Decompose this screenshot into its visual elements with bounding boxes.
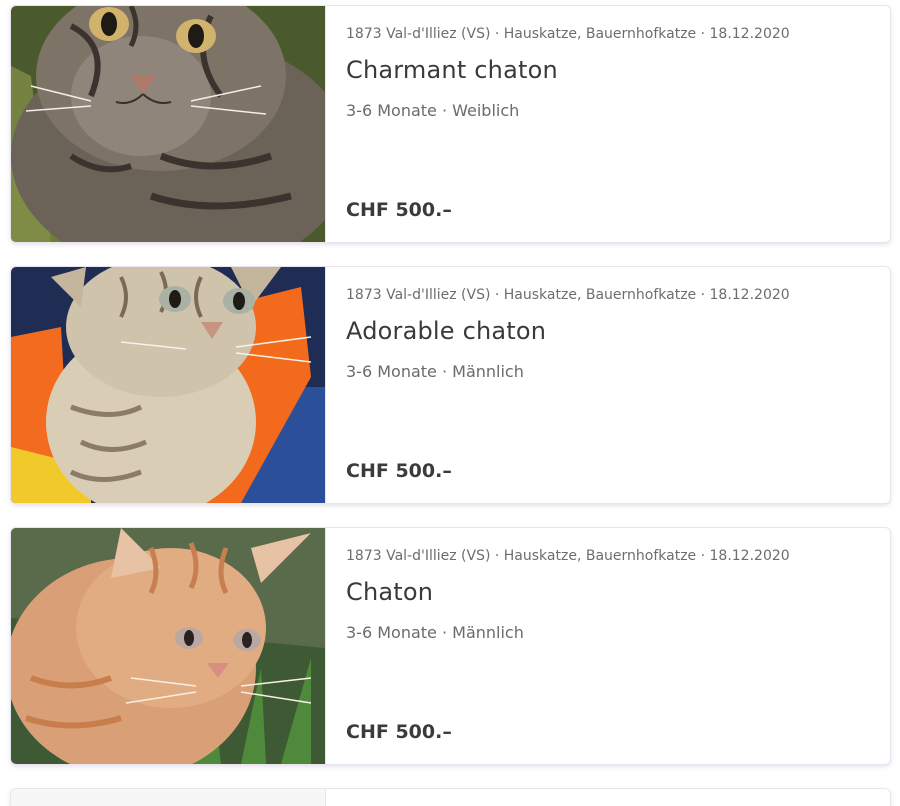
listing-price: CHF 500.– <box>346 199 452 221</box>
listing-details: 3-6 Monate · Männlich <box>346 623 524 642</box>
light-tabby-kitten-image <box>11 267 325 503</box>
listing-meta: 1873 Val-d'Illiez (VS) · Hauskatze, Baue… <box>346 548 790 564</box>
listing-meta: 1873 Val-d'Illiez (VS) · Hauskatze, Baue… <box>346 26 790 42</box>
listing-body: 1873 Val-d'Illiez (VS) · Hauskatze, Baue… <box>326 528 890 764</box>
listing-photo-partial[interactable] <box>11 789 326 806</box>
listing-price: CHF 500.– <box>346 460 452 482</box>
listing-title[interactable]: Adorable chaton <box>346 317 546 345</box>
listing-card[interactable]: 1873 Val-d'Illiez (VS) · Hauskatze, Baue… <box>10 527 891 765</box>
listing-meta: 1873 Val-d'Illiez (VS) · Hauskatze, Baue… <box>346 287 790 303</box>
listing-body: 1873 Val-d'Illiez (VS) · Hauskatze, Baue… <box>326 267 890 503</box>
listing-title[interactable]: Chaton <box>346 578 433 606</box>
listing-card-partial[interactable] <box>10 788 891 806</box>
listing-body <box>326 789 890 806</box>
listing-details: 3-6 Monate · Weiblich <box>346 101 520 120</box>
listing-photo-light-tabby-kitten[interactable] <box>11 267 326 503</box>
listing-price: CHF 500.– <box>346 721 452 743</box>
listing-photo-tabby-kitten[interactable] <box>11 6 326 242</box>
listing-photo-orange-kitten[interactable] <box>11 528 326 764</box>
listing-card[interactable]: 1873 Val-d'Illiez (VS) · Hauskatze, Baue… <box>10 5 891 243</box>
listing-title[interactable]: Charmant chaton <box>346 56 558 84</box>
tabby-kitten-image <box>11 6 325 242</box>
listing-card[interactable]: 1873 Val-d'Illiez (VS) · Hauskatze, Baue… <box>10 266 891 504</box>
orange-kitten-image <box>11 528 325 764</box>
listing-list: 1873 Val-d'Illiez (VS) · Hauskatze, Baue… <box>0 0 900 806</box>
listing-details: 3-6 Monate · Männlich <box>346 362 524 381</box>
listing-body: 1873 Val-d'Illiez (VS) · Hauskatze, Baue… <box>326 6 890 242</box>
